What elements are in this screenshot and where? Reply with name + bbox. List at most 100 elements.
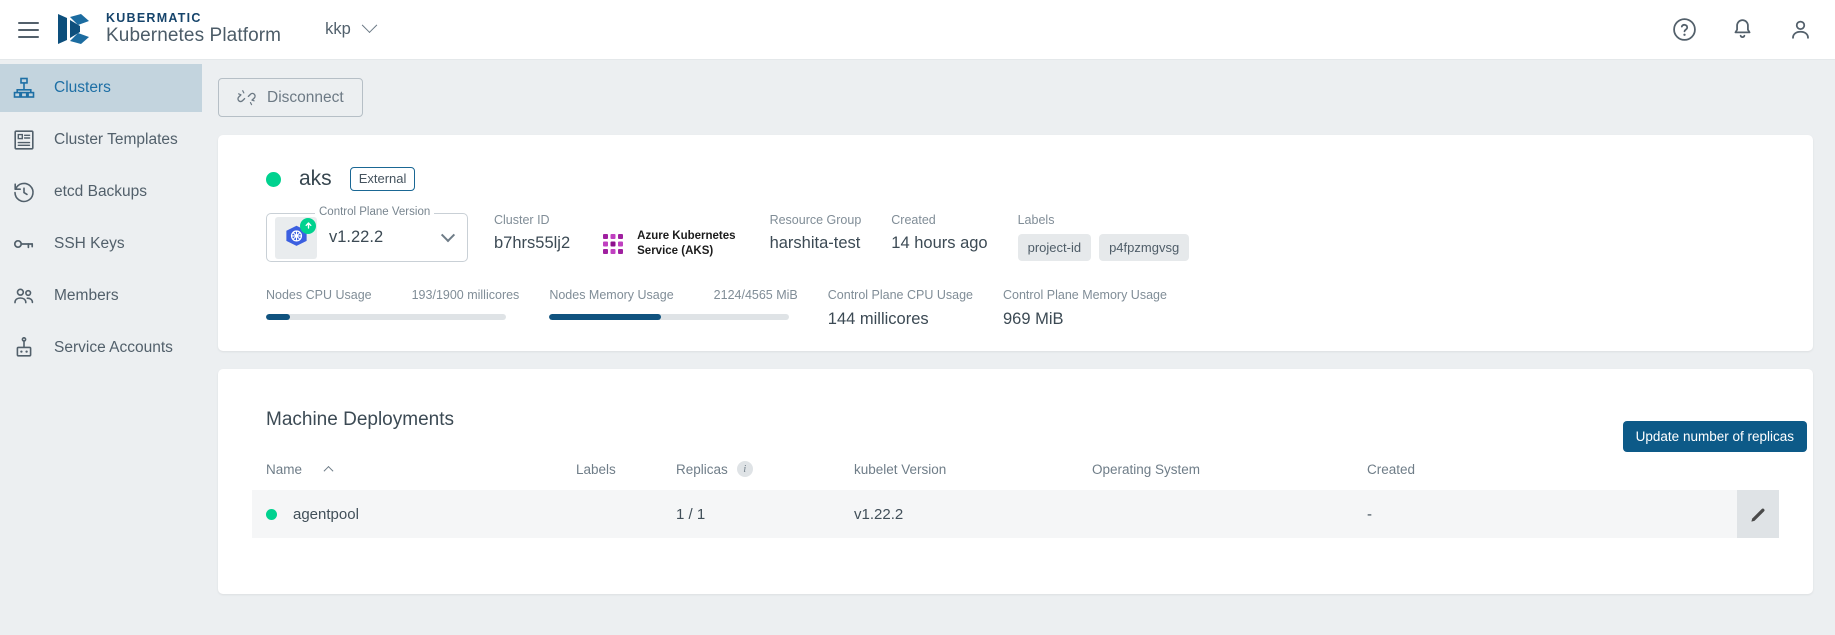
pencil-icon (1749, 505, 1768, 524)
column-header-name[interactable]: Name (266, 462, 576, 477)
top-bar-actions (1672, 17, 1813, 42)
cluster-templates-icon (12, 128, 36, 152)
metric-label: Nodes Memory Usage (549, 288, 673, 302)
disconnect-label: Disconnect (267, 89, 344, 107)
ssh-keys-icon (12, 232, 36, 256)
control-plane-version-value: v1.22.2 (329, 228, 383, 247)
provider-logo-group: Azure Kubernetes Service (AKS) (600, 229, 735, 259)
chevron-down-icon (441, 228, 455, 242)
chevron-down-icon (362, 17, 378, 33)
sidebar-item-cluster-templates[interactable]: Cluster Templates (0, 116, 202, 164)
members-icon (12, 284, 36, 308)
sidebar-item-label: etcd Backups (54, 183, 147, 201)
cluster-title-row: aks External (266, 167, 1779, 191)
label-chips: project-id p4fpzmgvsg (1018, 234, 1190, 261)
sidebar-item-label: Cluster Templates (54, 131, 178, 149)
edit-replicas-tooltip: Update number of replicas (1623, 421, 1807, 452)
edit-replicas-button[interactable] (1737, 490, 1779, 538)
column-header-labels[interactable]: Labels (576, 462, 676, 477)
kubermatic-logo-icon (56, 12, 92, 46)
sidebar-item-clusters[interactable]: Clusters (0, 64, 202, 112)
table-row[interactable]: agentpool 1 / 1 v1.22.2 - (252, 490, 1779, 538)
metric-progress-track (266, 314, 506, 320)
etcd-backups-icon (12, 180, 36, 204)
version-upgrade-available-icon (300, 218, 316, 234)
sidebar-item-members[interactable]: Members (0, 272, 202, 320)
metric-progress-track (549, 314, 789, 320)
metric-value: 144 millicores (828, 310, 973, 329)
hamburger-line (18, 22, 39, 24)
arrow-up-icon (304, 221, 313, 230)
disconnect-button[interactable]: Disconnect (218, 78, 363, 117)
top-bar: KUBERMATIC Kubernetes Platform kkp (0, 0, 1835, 60)
hamburger-line (18, 29, 39, 31)
metric-value: 2124/4565 MiB (714, 288, 798, 302)
hamburger-line (18, 36, 39, 38)
azure-kubernetes-service-icon (600, 230, 628, 258)
content-area: Disconnect aks External Control Plane Ve… (202, 60, 1835, 635)
metric-value: 969 MiB (1003, 310, 1167, 329)
clusters-icon (12, 76, 36, 100)
page-bottom-spacer (218, 594, 1813, 604)
cell-name: agentpool (266, 506, 576, 523)
provider-name-line2: Service (AKS) (637, 244, 735, 259)
brand-title-bottom: Kubernetes Platform (106, 26, 281, 47)
created-label: Created (891, 213, 987, 227)
column-header-created[interactable]: Created (1367, 462, 1765, 477)
project-name: kkp (325, 20, 351, 39)
sidebar-item-label: Members (54, 287, 119, 305)
cell-replicas: 1 / 1 (676, 506, 854, 523)
machine-deployments-card: Machine Deployments Name Labels Replicas… (218, 369, 1813, 594)
row-status-indicator (266, 509, 277, 520)
sidebar-item-etcd-backups[interactable]: etcd Backups (0, 168, 202, 216)
resource-group-value: harshita-test (770, 234, 862, 253)
cluster-id-label: Cluster ID (494, 213, 570, 227)
notifications-icon[interactable] (1730, 17, 1755, 42)
labels-label: Labels (1018, 213, 1190, 227)
account-icon[interactable] (1788, 17, 1813, 42)
column-header-kubelet-version[interactable]: kubelet Version (854, 462, 1092, 477)
machine-deployments-table: Name Labels Replicas i kubelet Version O… (252, 461, 1779, 538)
cluster-metrics-row: Nodes CPU Usage 193/1900 millicores Node… (266, 288, 1779, 329)
metric-progress-fill (549, 314, 661, 320)
cluster-meta-row: Control Plane Version (266, 213, 1779, 262)
metric-progress-fill (266, 314, 290, 320)
column-header-replicas-label: Replicas (676, 462, 728, 477)
resource-group-field: Resource Group harshita-test (770, 213, 862, 253)
label-chip: p4fpzmgvsg (1099, 234, 1189, 261)
kubernetes-logo-icon (275, 217, 317, 259)
cluster-details-card: aks External Control Plane Version (218, 135, 1813, 351)
menu-toggle-icon[interactable] (0, 0, 56, 60)
metric-nodes-memory-usage: Nodes Memory Usage 2124/4565 MiB (549, 288, 797, 329)
table-header-row: Name Labels Replicas i kubelet Version O… (252, 461, 1779, 490)
cell-name-label: agentpool (293, 506, 359, 523)
external-badge: External (350, 167, 416, 191)
brand-logo-group[interactable]: KUBERMATIC Kubernetes Platform (56, 12, 281, 46)
labels-field: Labels project-id p4fpzmgvsg (1018, 213, 1190, 261)
broken-link-icon (237, 88, 256, 107)
main-layout: Clusters Cluster Templates etcd Backups (0, 60, 1835, 635)
cell-created: - (1367, 506, 1765, 523)
cluster-id-value: b7hrs55lj2 (494, 234, 570, 253)
sidebar-item-label: SSH Keys (54, 235, 125, 253)
metric-value: 193/1900 millicores (412, 288, 520, 302)
info-icon[interactable]: i (737, 461, 753, 477)
sidebar-item-label: Clusters (54, 79, 111, 97)
sidebar-item-service-accounts[interactable]: Service Accounts (0, 324, 202, 372)
machine-deployments-title: Machine Deployments (266, 409, 1779, 431)
control-plane-version-label: Control Plane Version (315, 206, 434, 218)
sidebar: Clusters Cluster Templates etcd Backups (0, 60, 202, 635)
column-header-replicas[interactable]: Replicas i (676, 461, 854, 477)
provider-name-line1: Azure Kubernetes (637, 229, 735, 244)
sidebar-item-ssh-keys[interactable]: SSH Keys (0, 220, 202, 268)
column-header-name-label: Name (266, 462, 302, 477)
sort-ascending-icon (324, 465, 334, 475)
control-plane-version-select[interactable]: Control Plane Version (266, 213, 468, 262)
column-header-operating-system[interactable]: Operating System (1092, 462, 1367, 477)
project-selector[interactable]: kkp (325, 20, 375, 39)
help-icon[interactable] (1672, 17, 1697, 42)
cluster-name: aks (299, 167, 332, 191)
created-field: Created 14 hours ago (891, 213, 987, 253)
label-chip: project-id (1018, 234, 1091, 261)
metric-label: Nodes CPU Usage (266, 288, 372, 302)
